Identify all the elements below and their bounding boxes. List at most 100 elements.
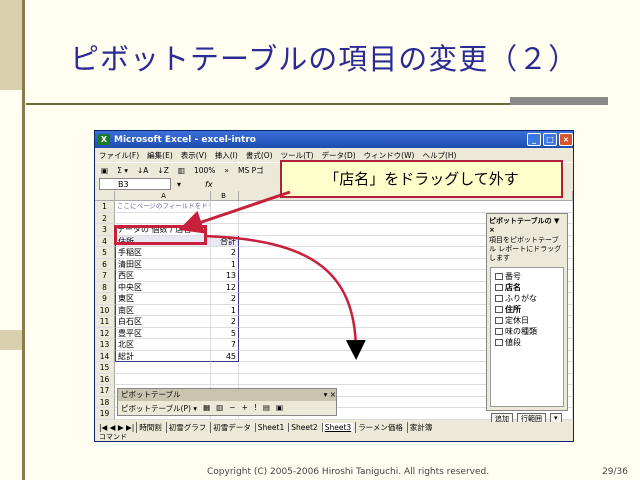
hide-detail-icon[interactable]: − [229, 403, 235, 414]
cell-b[interactable]: 12 [211, 281, 239, 293]
zoom-select[interactable]: 100% [192, 166, 217, 175]
minimize-button[interactable]: _ [527, 133, 541, 146]
cell-b[interactable]: 7 [211, 339, 239, 351]
sheet-tab[interactable]: 家計簿 [406, 422, 435, 433]
namebox-dropdown-icon[interactable]: ▾ [177, 180, 181, 189]
chart-wizard-icon[interactable]: ▥ [216, 403, 223, 414]
show-detail-icon[interactable]: + [242, 403, 248, 414]
cell-b[interactable] [211, 212, 239, 224]
row-header[interactable]: 1 [95, 201, 115, 213]
autosum-icon[interactable]: Σ ▾ [115, 166, 130, 175]
cell-b[interactable]: 合計 [211, 235, 239, 247]
cell-b[interactable]: 1 [211, 304, 239, 316]
cell-b[interactable] [211, 201, 239, 213]
menu-edit[interactable]: 編集(E) [147, 150, 173, 161]
cell-a[interactable] [115, 212, 211, 224]
row-header[interactable]: 14 [95, 350, 115, 362]
menu-data[interactable]: データ(D) [322, 150, 356, 161]
cell-a[interactable]: 総計 [115, 350, 211, 362]
field-item[interactable]: 値段 [495, 337, 559, 348]
chart-icon[interactable]: ▥ [176, 166, 187, 175]
field-item[interactable]: 定休日 [495, 315, 559, 326]
show-field-list-icon[interactable]: ▣ [276, 403, 283, 414]
cell-b[interactable] [211, 224, 239, 236]
field-item[interactable]: 味の種類 [495, 326, 559, 337]
row-header[interactable]: 6 [95, 258, 115, 270]
row-header[interactable]: 19 [95, 408, 115, 420]
cell-a[interactable]: 東区 [115, 293, 211, 305]
row-header[interactable]: 3 [95, 224, 115, 236]
cell-rest[interactable] [239, 201, 573, 213]
pivot-toolbar-close-icon[interactable]: ▾ × [324, 389, 336, 401]
row-header[interactable]: 2 [95, 212, 115, 224]
cell-b[interactable]: 2 [211, 316, 239, 328]
save-icon[interactable]: ▣ [99, 166, 110, 175]
tab-nav-icon[interactable]: |◀ ◀ ▶ ▶| [99, 423, 134, 432]
cell-b[interactable]: 45 [211, 350, 239, 362]
cell-b[interactable]: 2 [211, 247, 239, 259]
maximize-button[interactable]: □ [543, 133, 557, 146]
field-item[interactable]: 番号 [495, 271, 559, 282]
refresh-icon[interactable]: ! [254, 403, 257, 414]
cell-b[interactable] [211, 373, 239, 385]
row-header[interactable]: 17 [95, 385, 115, 397]
row-header[interactable]: 5 [95, 247, 115, 259]
menu-view[interactable]: 表示(V) [181, 150, 207, 161]
cell-b[interactable]: 1 [211, 258, 239, 270]
row-header[interactable]: 11 [95, 316, 115, 328]
close-button[interactable]: × [559, 133, 573, 146]
name-box[interactable]: B3 [99, 178, 171, 190]
cell-a[interactable]: 北区 [115, 339, 211, 351]
sort-asc-icon[interactable]: ↓A [135, 166, 150, 175]
column-header-a[interactable]: A [115, 191, 211, 201]
cell-a[interactable] [115, 362, 211, 374]
row-header[interactable]: 7 [95, 270, 115, 282]
format-report-icon[interactable]: ▦ [203, 403, 210, 414]
cell-a[interactable]: 清田区 [115, 258, 211, 270]
sheet-tab[interactable]: ラーメン価格 [355, 422, 405, 433]
menu-window[interactable]: ウィンドウ(W) [364, 150, 415, 161]
column-header-b[interactable]: B [211, 191, 239, 201]
cell-a[interactable]: 手稲区 [115, 247, 211, 259]
row-header[interactable]: 16 [95, 373, 115, 385]
fx-icon[interactable]: fx [205, 180, 213, 189]
cell-b[interactable]: 13 [211, 270, 239, 282]
sheet-tab[interactable]: 初雪グラフ [165, 422, 209, 433]
cell-a[interactable]: ここにページのフィールドをドラッグします [115, 201, 211, 213]
field-settings-icon[interactable]: ▤ [263, 403, 270, 414]
cell-a[interactable]: 南区 [115, 304, 211, 316]
menu-tools[interactable]: ツール(T) [281, 150, 314, 161]
field-item[interactable]: ふりがな [495, 293, 559, 304]
sheet-tab[interactable]: 時間割 [136, 422, 164, 433]
row-header[interactable]: 9 [95, 293, 115, 305]
menu-help[interactable]: ヘルプ(H) [422, 150, 456, 161]
field-item[interactable]: 店名 [495, 282, 559, 293]
cell-b[interactable] [211, 362, 239, 374]
row-header[interactable]: 13 [95, 339, 115, 351]
cell-a[interactable]: 西区 [115, 270, 211, 282]
menu-file[interactable]: ファイル(F) [99, 150, 139, 161]
cell-a[interactable]: 白石区 [115, 316, 211, 328]
cell-a[interactable]: 中央区 [115, 281, 211, 293]
pivot-menu-button[interactable]: ピボットテーブル(P) ▾ [121, 403, 197, 414]
select-all-corner[interactable] [95, 191, 115, 201]
cell-a[interactable] [115, 373, 211, 385]
sheet-tab[interactable]: 初雪データ [210, 422, 253, 433]
sheet-tab[interactable]: Sheet2 [288, 423, 319, 432]
sort-desc-icon[interactable]: ↓Z [155, 166, 170, 175]
row-header[interactable]: 15 [95, 362, 115, 374]
field-item[interactable]: 住所 [495, 304, 559, 315]
cell-b[interactable]: 2 [211, 293, 239, 305]
font-select[interactable]: MS Pゴ [236, 165, 266, 176]
menu-format[interactable]: 書式(O) [246, 150, 273, 161]
toolbar-overflow-icon[interactable]: » [222, 166, 231, 175]
sheet-tab[interactable]: Sheet1 [254, 423, 286, 432]
row-header[interactable]: 12 [95, 327, 115, 339]
cell-b[interactable]: 5 [211, 327, 239, 339]
row-header[interactable]: 10 [95, 304, 115, 316]
cell-a[interactable]: 豊平区 [115, 327, 211, 339]
row-header[interactable]: 18 [95, 396, 115, 408]
menu-insert[interactable]: 挿入(I) [215, 150, 238, 161]
row-header[interactable]: 8 [95, 281, 115, 293]
row-header[interactable]: 4 [95, 235, 115, 247]
